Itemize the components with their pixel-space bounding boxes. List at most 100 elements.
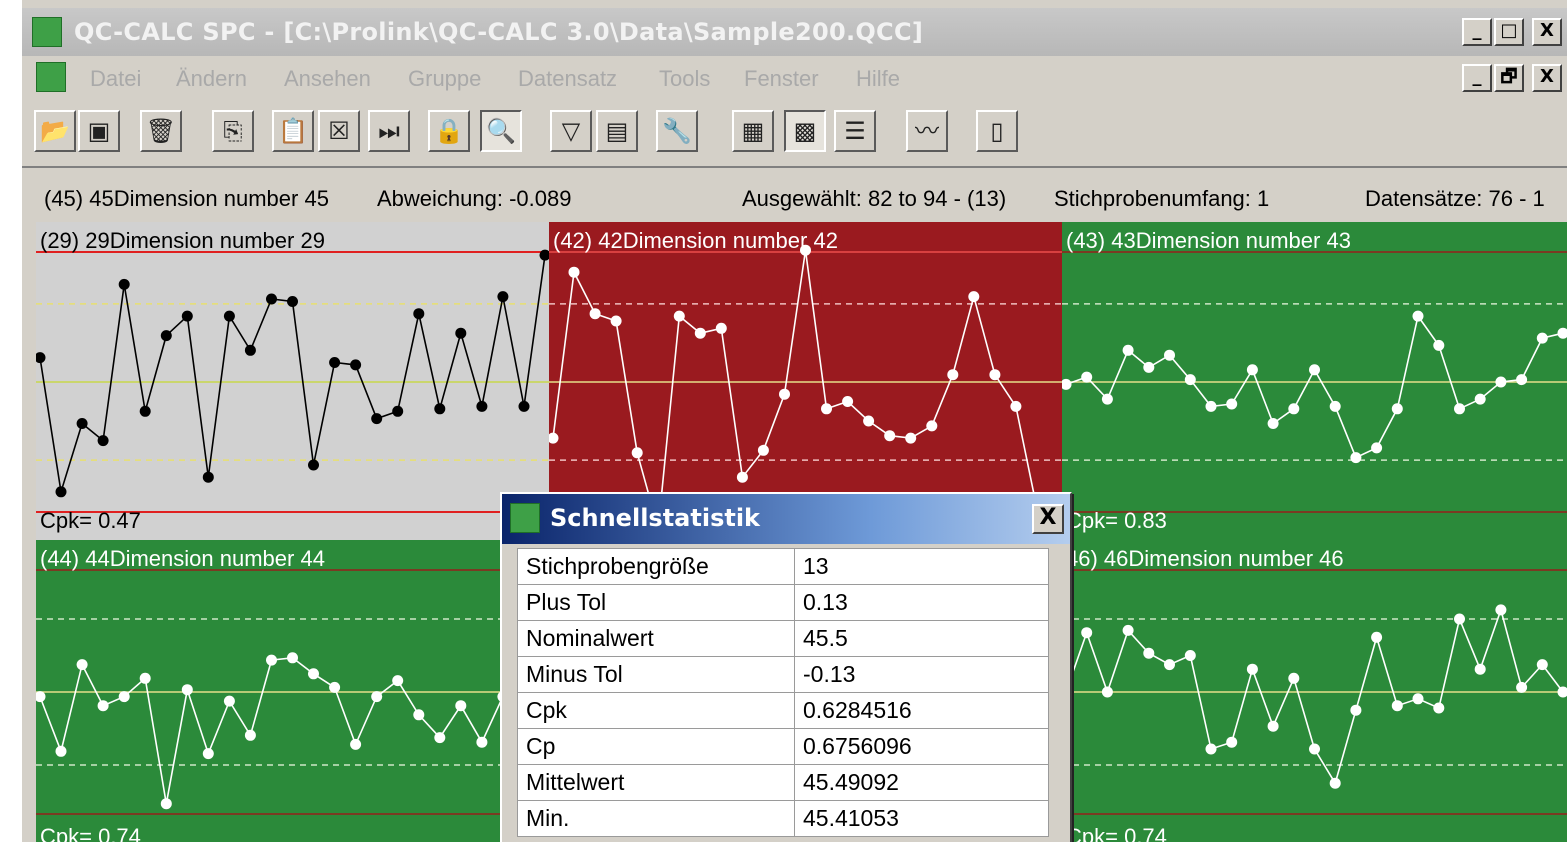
app-icon[interactable] [32, 17, 62, 47]
data-point [1433, 702, 1445, 714]
data-point [1412, 310, 1424, 322]
status-info-bar: (45) 45Dimension number 45 Abweichung: -… [22, 170, 1567, 220]
panel-title: (29) 29Dimension number 29 [40, 228, 325, 253]
data-point [673, 310, 685, 322]
stat-row: Min. 45.41053 [517, 800, 1049, 837]
dialog-title: Schnellstatistik [550, 504, 761, 532]
menu-aendern[interactable]: Ändern [176, 66, 247, 92]
dialog-icon [510, 503, 540, 533]
data-point [308, 459, 319, 471]
report-icon[interactable]: ☰ [834, 110, 876, 152]
mdi-minimize-button[interactable]: _ [1462, 64, 1492, 92]
title-bar[interactable]: QC-CALC SPC - [C:\Prolink\QC-CALC 3.0\Da… [22, 8, 1567, 56]
chart-grid-icon[interactable]: ▩ [784, 110, 826, 152]
maximize-button[interactable]: □ [1494, 18, 1524, 46]
data-point [97, 700, 109, 712]
stat-value: 13 [794, 548, 1049, 585]
desktop-background [0, 0, 22, 842]
control-chart-icon[interactable]: 〰 [906, 110, 948, 152]
stat-label: Plus Tol [517, 584, 795, 621]
print-preview-icon[interactable]: 🔍 [480, 110, 522, 152]
mdi-restore-button[interactable]: 🗗 [1494, 64, 1524, 92]
data-point [244, 729, 256, 741]
document-icon[interactable] [36, 62, 66, 92]
data-point [181, 684, 193, 696]
data-point [76, 418, 88, 429]
data-point [434, 732, 446, 744]
trash-icon[interactable]: 🗑 [140, 110, 182, 152]
data-point [1391, 403, 1403, 415]
menu-tools[interactable]: Tools [659, 66, 710, 92]
wrench-icon[interactable]: 🔧 [656, 110, 698, 152]
menu-datei[interactable]: Datei [90, 66, 141, 92]
paste-icon[interactable]: 📋 [272, 110, 314, 152]
chart-panel-44[interactable]: (44) 44Dimension number 44 Cpk= 0.74 [36, 540, 549, 842]
dialog-title-bar[interactable]: Schnellstatistik X [502, 494, 1070, 544]
data-point [1557, 686, 1567, 698]
minimize-button[interactable]: _ [1462, 18, 1492, 46]
data-select-icon[interactable]: ▤ [596, 110, 638, 152]
data-point [905, 432, 917, 444]
open-folder-icon[interactable]: 📂 [34, 110, 76, 152]
panel-title: (43) 43Dimension number 43 [1066, 228, 1351, 253]
records-readout: Datensätze: 76 - 1 [1365, 186, 1545, 211]
filter-icon[interactable]: ▽ [550, 110, 592, 152]
stat-row: Minus Tol -0.13 [517, 656, 1049, 693]
data-point [1557, 327, 1567, 339]
chart-panel-46[interactable]: 46) 46Dimension number 46 Cpk= 0.74 [1062, 540, 1567, 842]
data-point [631, 447, 643, 459]
data-point [1371, 631, 1383, 643]
data-point [1391, 700, 1403, 712]
data-point [1329, 400, 1341, 412]
stat-value: 0.13 [794, 584, 1049, 621]
cpk-label: Cpk= 0.74 [1066, 824, 1167, 842]
copy-icon[interactable]: ⎘ [212, 110, 254, 152]
skip-to-end-icon[interactable]: ⏭ [368, 110, 410, 152]
data-point [1143, 647, 1155, 659]
menu-datensatz[interactable]: Datensatz [518, 66, 617, 92]
data-point [413, 308, 425, 320]
data-point [371, 413, 383, 425]
quick-statistics-dialog[interactable]: Schnellstatistik X Stichprobengröße 13 Plu… [500, 492, 1072, 842]
data-point [1309, 364, 1320, 376]
table-view-icon[interactable]: ▦ [732, 110, 774, 152]
data-point [1164, 349, 1175, 361]
data-point [884, 430, 896, 442]
data-point [350, 738, 362, 750]
close-box-icon[interactable]: ☒ [318, 110, 360, 152]
data-point [455, 327, 467, 339]
menu-bar: Datei Ändern Ansehen Gruppe Datensatz To… [22, 56, 1567, 100]
data-point [1122, 624, 1134, 636]
stat-label: Cpk [517, 692, 795, 729]
sample-size-readout: Stichprobenumfang: 1 [1054, 186, 1270, 211]
dialog-close-button[interactable]: X [1032, 504, 1064, 534]
menu-hilfe[interactable]: Hilfe [856, 66, 900, 92]
stat-row: Mittelwert 45.49092 [517, 764, 1049, 801]
data-point [413, 709, 425, 721]
data-point [1288, 403, 1300, 415]
data-point [549, 432, 559, 444]
menu-ansehen[interactable]: Ansehen [284, 66, 371, 92]
lock-icon[interactable]: 🔒 [428, 110, 470, 152]
data-point [947, 369, 959, 381]
current-dimension: (45) 45Dimension number 45 [44, 186, 329, 211]
data-point [1536, 659, 1548, 671]
close-button[interactable]: X [1532, 18, 1562, 46]
data-point [202, 748, 214, 760]
data-point [1454, 403, 1465, 415]
data-point [1350, 452, 1362, 464]
stat-value: 45.5 [794, 620, 1049, 657]
series-line [39, 656, 546, 804]
chart-panel-29[interactable]: (29) 29Dimension number 29 Cpk= 0.47 [36, 222, 549, 540]
mdi-close-button[interactable]: X [1532, 64, 1562, 92]
control-chart-44 [36, 569, 549, 815]
exit-door-icon[interactable]: ▯ [976, 110, 1018, 152]
chart-panel-43[interactable]: (43) 43Dimension number 43 Cpk= 0.83 [1062, 222, 1567, 540]
menu-fenster[interactable]: Fenster [744, 66, 819, 92]
stat-label: Nominalwert [517, 620, 795, 657]
data-point [329, 681, 341, 693]
selection-readout: Ausgewählt: 82 to 94 - (13) [742, 186, 1007, 211]
save-icon[interactable]: ▣ [78, 110, 120, 152]
menu-gruppe[interactable]: Gruppe [408, 66, 481, 92]
data-point [1433, 339, 1445, 351]
